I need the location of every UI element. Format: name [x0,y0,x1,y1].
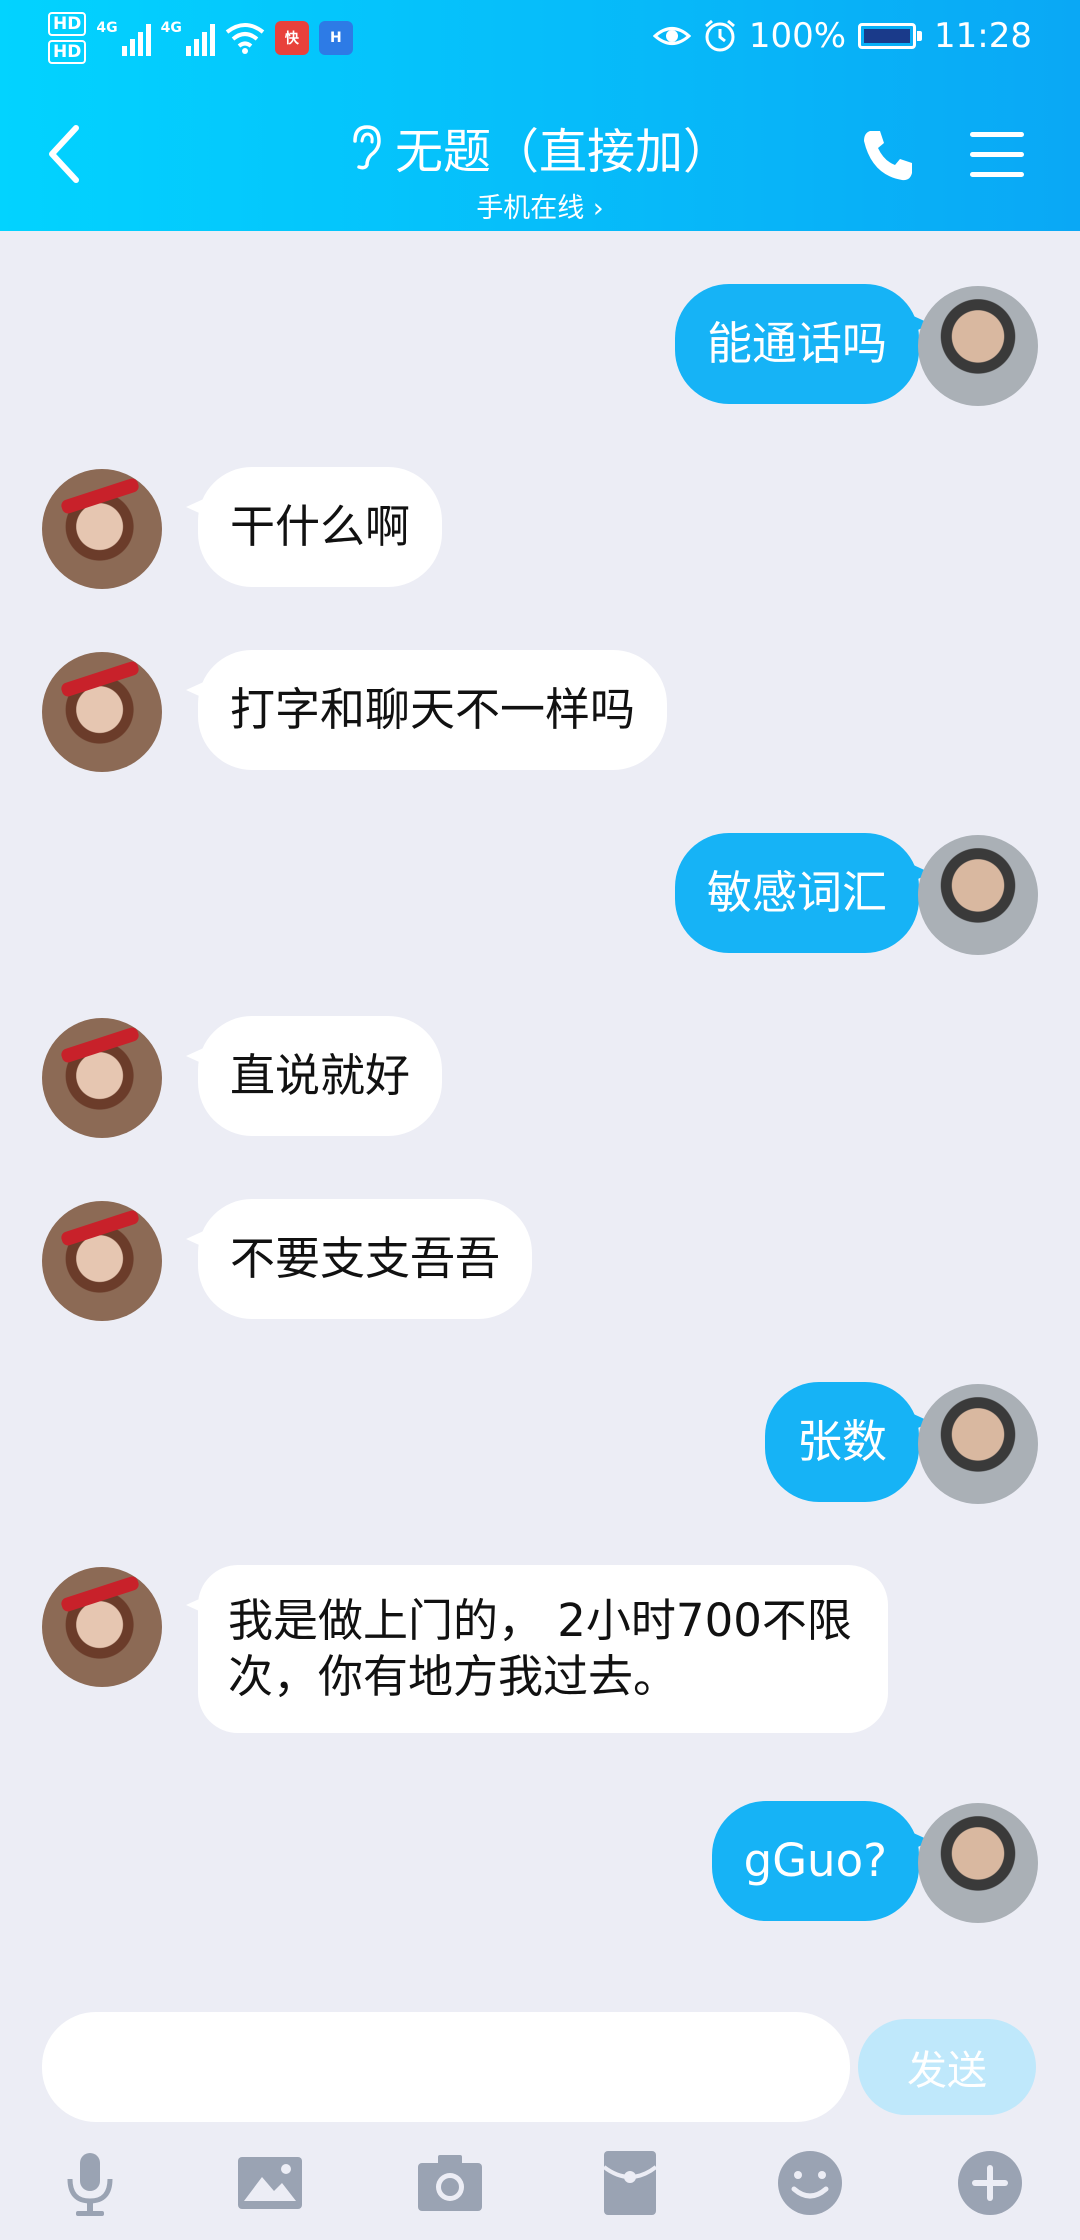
network-type-1: 4G [96,20,118,36]
message-row: 张数 [0,1382,1080,1512]
input-bar: 发送 [0,1981,1080,2240]
red-packet-icon[interactable] [594,2147,666,2219]
sent-bubble[interactable]: gGuo? [711,1801,932,1921]
received-bubble[interactable]: 打字和聊天不一样吗 [185,650,668,770]
network-type-2: 4G [160,20,182,36]
signal-bars-icon [121,20,151,56]
avatar[interactable] [42,652,162,772]
chat-title: 无题（直接加） [394,124,731,180]
avatar[interactable] [918,1803,1038,1923]
battery-icon [858,23,923,49]
nav-bar: 无题（直接加） 手机在线 › [0,80,1080,231]
signal-2: 4G [161,20,215,56]
message-row: 不要支支吾吾 [0,1199,1080,1329]
message-row: 直说就好 [0,1016,1080,1146]
status-bar: HD HD 4G 4G 快 H 100% 11:28 [0,0,1080,80]
message-row: 敏感词汇 [0,833,1080,963]
received-bubble[interactable]: 不要支支吾吾 [185,1199,533,1319]
plus-icon[interactable] [954,2147,1026,2219]
battery-percent: 100% [748,16,847,56]
chat-title-area[interactable]: 无题（直接加） 手机在线 › [0,112,1080,225]
send-button[interactable]: 发送 [858,2019,1036,2115]
sent-bubble[interactable]: 能通话吗 [674,284,932,404]
emoji-icon[interactable] [774,2147,846,2219]
hd-indicators: HD HD [48,12,87,64]
title-line: 无题（直接加） [349,112,731,182]
ear-icon [353,125,381,170]
message-row: gGuo? [0,1801,1080,1931]
message-row: 我是做上门的， 2小时700不限次，你有地方我过去。 [0,1565,1080,1745]
avatar[interactable] [42,1201,162,1321]
menu-icon[interactable] [970,132,1024,178]
avatar[interactable] [918,286,1038,406]
alarm-icon [704,19,735,52]
message-row: 打字和聊天不一样吗 [0,650,1080,780]
message-row: 能通话吗 [0,284,1080,414]
received-bubble[interactable]: 干什么啊 [185,467,443,587]
message-list[interactable]: 能通话吗 干什么啊 打字和聊天不一样吗 敏感词汇 直说就好 不要支支吾吾 张数 … [0,231,1080,1981]
signal-bars-icon [185,20,215,56]
image-icon[interactable] [234,2147,306,2219]
app-notification-badge: 快 [274,21,309,55]
clock: 11:28 [934,16,1032,56]
online-status[interactable]: 手机在线 › [0,186,1080,225]
status-right: 100% 11:28 [652,16,1032,56]
avatar[interactable] [42,1018,162,1138]
avatar[interactable] [918,835,1038,955]
avatar[interactable] [42,1567,162,1687]
chat-header: HD HD 4G 4G 快 H 100% 11:28 无题（直接加） 手机在线 … [0,0,1080,231]
sent-bubble[interactable]: 敏感词汇 [674,833,932,953]
sent-bubble[interactable]: 张数 [764,1382,932,1502]
input-toolbar [0,2137,1080,2237]
signal-1: 4G [96,20,151,56]
camera-icon[interactable] [414,2147,486,2219]
status-left: HD HD 4G 4G 快 H [48,12,353,64]
hd-badge-1: HD [48,12,87,36]
wifi-icon [225,23,265,54]
avatar[interactable] [42,469,162,589]
message-row: 干什么啊 [0,467,1080,597]
app-notification-badge: H [318,21,353,55]
eye-icon [652,27,691,45]
received-bubble[interactable]: 我是做上门的， 2小时700不限次，你有地方我过去。 [186,1565,888,1733]
microphone-icon[interactable] [54,2147,126,2219]
phone-icon[interactable] [858,125,918,185]
message-input[interactable] [42,2012,850,2122]
received-bubble[interactable]: 直说就好 [185,1016,443,1136]
hd-badge-2: HD [48,40,87,64]
avatar[interactable] [918,1384,1038,1504]
